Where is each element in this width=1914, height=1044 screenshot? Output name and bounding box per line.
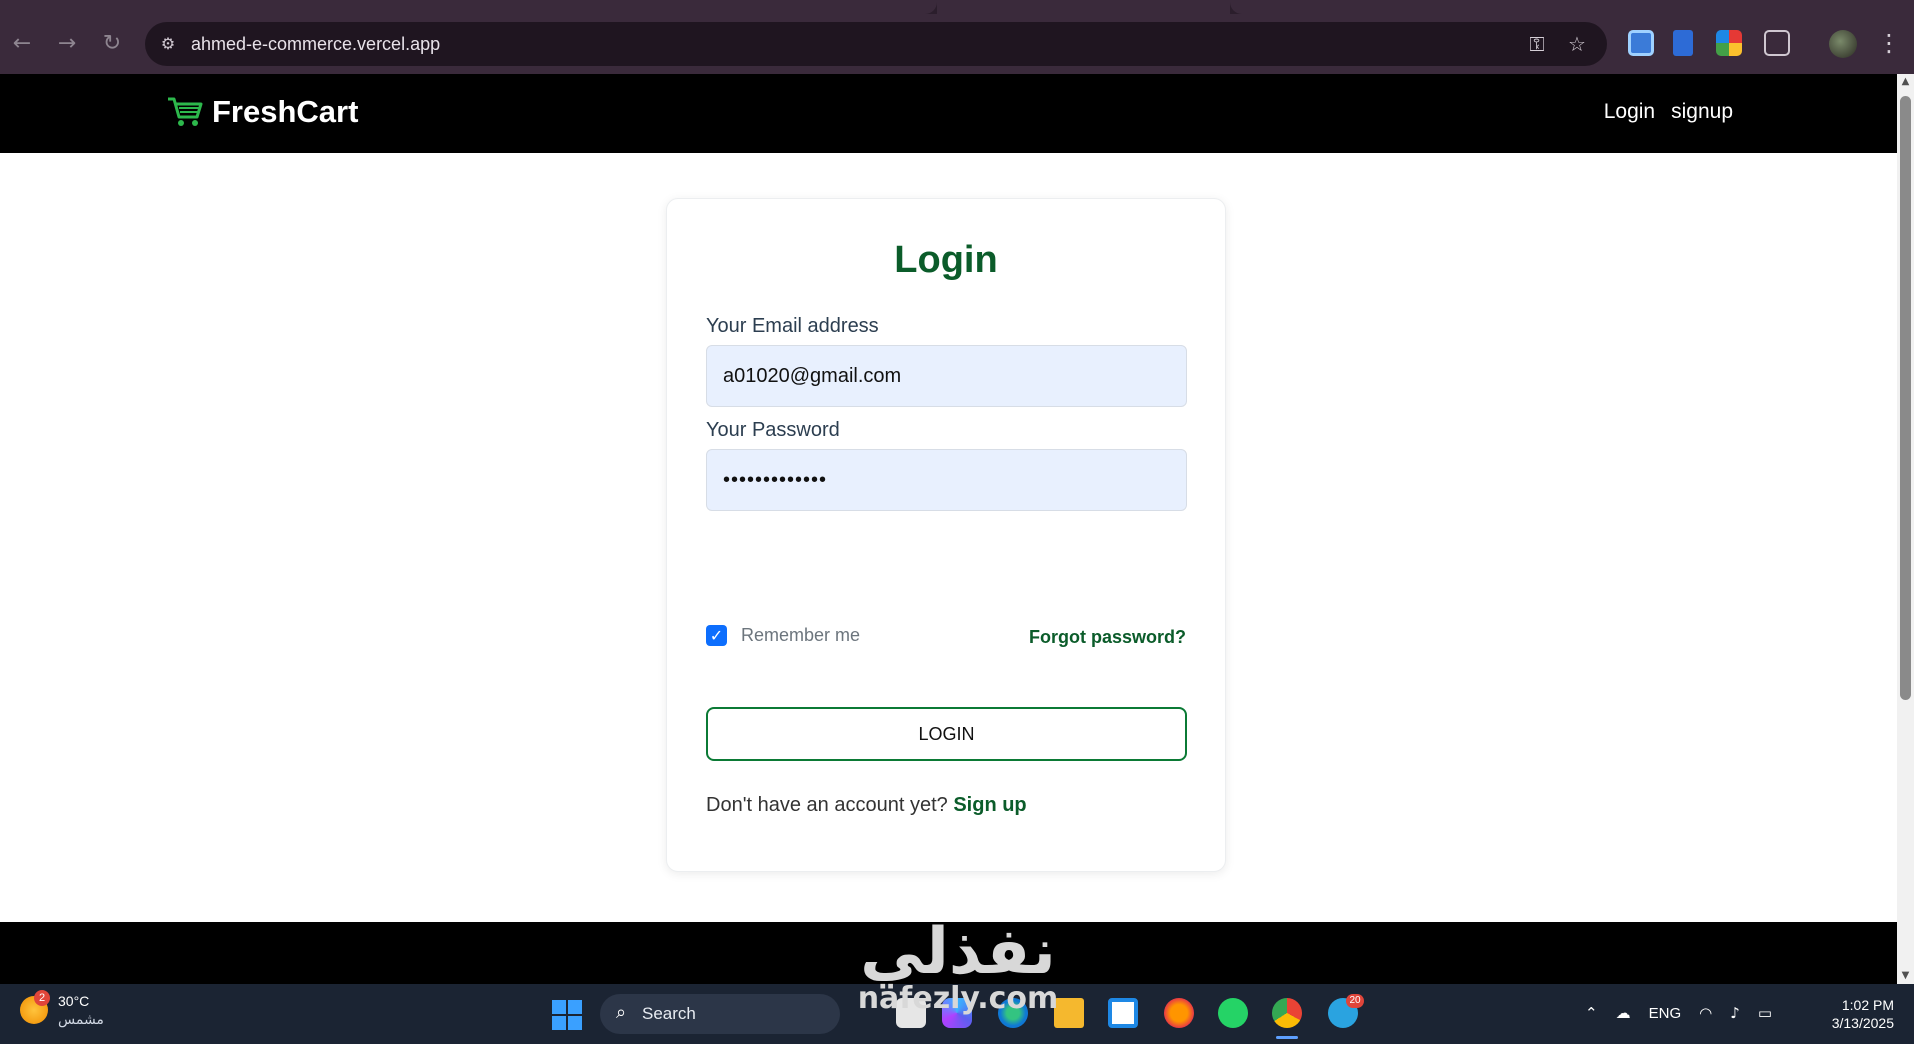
extension-icon[interactable] [1628, 30, 1654, 56]
page-title: Login [894, 239, 998, 281]
more-vert-icon[interactable]: ⋮ [1877, 28, 1901, 58]
firefox-icon[interactable] [1164, 998, 1194, 1028]
email-field[interactable]: a01020@gmail.com [706, 345, 1187, 407]
remember-label[interactable]: Remember me [741, 625, 860, 646]
volume-icon[interactable]: ♪ [1730, 1004, 1740, 1022]
battery-icon[interactable]: ▭ [1758, 1004, 1772, 1022]
brand-name: FreshCart [212, 94, 359, 129]
browser-toolbar: ← → ↻ ⚙ ahmed-e-commerce.vercel.app ⚿ ☆ … [0, 14, 1914, 74]
nav-login-link[interactable]: Login [1604, 100, 1655, 124]
extension-icon[interactable] [1673, 30, 1693, 56]
email-label: Your Email address [706, 315, 879, 337]
taskbar-search[interactable]: ⌕ Search [600, 994, 840, 1034]
browser-tab[interactable] [1230, 0, 1914, 14]
weather-text: 30°C مشمس [58, 992, 104, 1028]
active-app-indicator [1276, 1036, 1298, 1039]
sun-icon: 2 [20, 990, 50, 1024]
remember-checkbox[interactable]: ✓ [706, 625, 727, 646]
whatsapp-icon[interactable] [1218, 998, 1248, 1028]
notification-badge: 2 [34, 990, 50, 1006]
extension-icon[interactable] [1716, 30, 1742, 56]
browser-tab-active[interactable] [937, 0, 1230, 14]
nav-signup-link[interactable]: signup [1671, 100, 1733, 124]
shopping-cart-icon [168, 97, 203, 126]
login-button[interactable]: LOGIN [706, 707, 1187, 761]
page-scrollbar[interactable]: ▲ ▼ [1897, 74, 1914, 984]
scrollbar-thumb[interactable] [1900, 96, 1911, 700]
system-tray: ⌃ ☁ ENG ◠ ♪ ▭ [1585, 1004, 1772, 1022]
scroll-down-icon[interactable]: ▼ [1897, 968, 1914, 984]
password-label: Your Password [706, 419, 840, 441]
store-icon[interactable] [1108, 998, 1138, 1028]
temperature: 30°C [58, 993, 90, 1009]
login-card: Login Your Email address a01020@gmail.co… [666, 198, 1226, 872]
telegram-badge: 20 [1346, 994, 1364, 1008]
url-text[interactable]: ahmed-e-commerce.vercel.app [191, 34, 440, 55]
search-icon: ⌕ [615, 1002, 627, 1023]
weather-widget[interactable]: 2 30°C مشمس [20, 990, 104, 1028]
scroll-up-icon[interactable]: ▲ [1897, 74, 1914, 90]
signup-link[interactable]: Sign up [953, 794, 1026, 816]
language-indicator[interactable]: ENG [1649, 1005, 1682, 1022]
taskbar-clock[interactable]: 1:02 PM 3/13/2025 [1832, 996, 1894, 1032]
star-icon[interactable]: ☆ [1565, 32, 1589, 56]
page-viewport: FreshCart Login signup Login Your Email … [0, 74, 1897, 984]
wifi-icon[interactable]: ◠ [1699, 1004, 1712, 1022]
browser-tab-strip [0, 0, 1914, 14]
password-field[interactable]: ••••••••••••• [706, 449, 1187, 511]
watermark-arabic: نفذلي [860, 915, 1056, 989]
forgot-password-link[interactable]: Forgot password? [1029, 627, 1186, 648]
reload-icon[interactable]: ↻ [98, 30, 126, 58]
clock-date: 3/13/2025 [1831, 1015, 1894, 1031]
site-navbar: FreshCart Login signup [0, 74, 1897, 153]
signup-prompt: Don't have an account yet? Sign up [706, 794, 1027, 817]
address-bar[interactable]: ⚙ ahmed-e-commerce.vercel.app ⚿ ☆ [145, 22, 1607, 66]
search-label: Search [642, 1004, 696, 1023]
no-account-text: Don't have an account yet? [706, 794, 948, 816]
nav-links: Login signup [1604, 100, 1733, 124]
brand-logo[interactable]: FreshCart [166, 92, 358, 132]
watermark-latin: nafezly.com [857, 981, 1059, 1016]
profile-avatar[interactable] [1829, 30, 1857, 58]
remember-me[interactable]: ✓ Remember me [706, 625, 860, 646]
browser-tab[interactable] [0, 0, 937, 14]
site-settings-icon[interactable]: ⚙ [157, 33, 179, 55]
chrome-icon[interactable] [1272, 998, 1302, 1028]
key-icon[interactable]: ⚿ [1525, 32, 1549, 56]
windows-start-icon[interactable] [552, 1000, 582, 1030]
back-icon[interactable]: ← [8, 30, 36, 58]
cloud-off-icon[interactable]: ☁ [1616, 1004, 1631, 1022]
clock-time: 1:02 PM [1841, 997, 1894, 1013]
weather-description: مشمس [58, 1011, 104, 1027]
forward-icon[interactable]: → [53, 30, 81, 58]
watermark: نفذلي nafezly.com [848, 920, 1068, 1014]
chevron-up-icon[interactable]: ⌃ [1585, 1004, 1598, 1022]
extensions-puzzle-icon[interactable] [1764, 30, 1790, 56]
